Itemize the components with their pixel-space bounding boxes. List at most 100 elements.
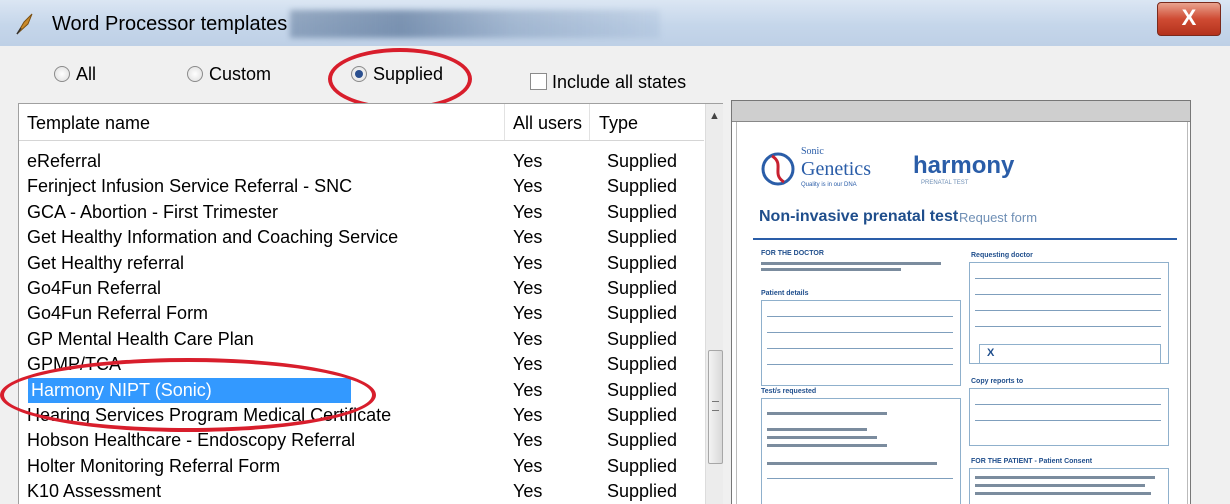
placeholder-text [767, 436, 877, 439]
preview-top-bar [732, 101, 1190, 122]
row-template-name: Harmony NIPT (Sonic) [28, 377, 351, 403]
row-all-users: Yes [513, 455, 543, 476]
field-line [975, 310, 1161, 311]
radio-selected-icon [351, 66, 367, 82]
row-type: Supplied [607, 303, 678, 324]
include-all-states-checkbox[interactable]: Include all states [530, 72, 686, 93]
row-all-users: Yes [513, 303, 543, 324]
row-template-name: GPMP/TCA [27, 354, 122, 375]
section-requesting-doctor: Requesting doctor [971, 252, 1033, 259]
row-type: Supplied [607, 227, 678, 248]
vertical-scrollbar[interactable]: ▲ [705, 104, 723, 504]
radio-custom-label: Custom [209, 64, 272, 84]
row-template-name: Get Healthy referral [27, 252, 185, 273]
signature-box [979, 344, 1161, 364]
table-row[interactable]: Hearing Services Program Medical Certifi… [19, 403, 704, 428]
dna-logo-icon [761, 152, 795, 186]
signature-mark: X [987, 347, 995, 359]
templates-window: Word Processor templates X All Custom Su… [0, 0, 1230, 504]
template-preview: Sonic Genetics Quality is in our DNA har… [731, 100, 1191, 504]
field-line [767, 348, 953, 349]
table-row[interactable]: Hobson Healthcare - Endoscopy Referral Ye… [19, 428, 704, 453]
row-template-name: GP Mental Health Care Plan [27, 328, 254, 349]
row-template-name: Ferinject Infusion Service Referral - SN… [27, 176, 353, 197]
table-row[interactable]: Ferinject Infusion Service Referral - SN… [19, 174, 704, 199]
row-all-users: Yes [513, 278, 543, 298]
row-template-name: Get Healthy Information and Coaching Ser… [27, 227, 399, 248]
quill-pen-icon [16, 13, 33, 35]
row-all-users: Yes [513, 201, 543, 222]
placeholder-text [975, 484, 1145, 487]
field-line [975, 278, 1161, 279]
column-header-all-users[interactable]: All users [505, 104, 590, 140]
checkbox-box-icon [530, 73, 547, 90]
row-template-name: GCA - Abortion - First Trimester [27, 201, 279, 222]
row-all-users: Yes [513, 405, 543, 425]
form-subtitle: Request form [959, 210, 1038, 225]
row-all-users: Yes [513, 354, 543, 375]
radio-all[interactable]: All [54, 64, 96, 86]
table-row[interactable]: Get Healthy referral Yes Supplied [19, 251, 704, 276]
placeholder-text [975, 492, 1151, 495]
copy-panel [969, 388, 1169, 446]
row-all-users: Yes [513, 252, 543, 273]
brand-big: Genetics [801, 158, 871, 180]
radio-supplied[interactable]: Supplied [351, 64, 443, 86]
row-all-users: Yes [513, 430, 543, 451]
scrollbar-thumb[interactable] [708, 350, 723, 464]
table-row[interactable]: Go4Fun Referral Yes Supplied [19, 276, 704, 301]
row-type: Supplied [607, 328, 678, 349]
table-row[interactable]: K10 Assessment Yes Supplied [19, 479, 704, 504]
close-button[interactable]: X [1157, 2, 1221, 36]
radio-circle-icon [54, 66, 70, 82]
radio-custom[interactable]: Custom [187, 64, 271, 86]
row-type: Supplied [607, 176, 678, 197]
title-rule [753, 238, 1177, 240]
table-row[interactable]: Get Healthy Information and Coaching Ser… [19, 225, 704, 250]
placeholder-text [767, 428, 867, 431]
include-all-states-label: Include all states [552, 72, 687, 92]
column-header-type[interactable]: Type [591, 104, 703, 140]
placeholder-text [767, 462, 937, 465]
row-all-users: Yes [513, 151, 543, 171]
row-template-name: Go4Fun Referral Form [27, 303, 209, 324]
section-tests-requested: Test/s requested [761, 388, 817, 395]
row-all-users: Yes [513, 227, 543, 248]
table-row[interactable]: Go4Fun Referral Form Yes Supplied [19, 301, 704, 326]
radio-supplied-label: Supplied [373, 64, 444, 84]
placeholder-text [767, 412, 887, 415]
field-line [975, 326, 1161, 327]
table-row[interactable]: GCA - Abortion - First Trimester Yes Suppl… [19, 200, 704, 225]
row-template-name: Go4Fun Referral [27, 278, 162, 298]
scroll-up-arrow-icon[interactable]: ▲ [706, 104, 723, 126]
row-template-name: K10 Assessment [27, 481, 162, 502]
field-line [767, 316, 953, 317]
list-header: Template name All users Type [19, 104, 704, 141]
placeholder-text [761, 262, 941, 265]
template-list[interactable]: Template name All users Type eReferral Ye… [18, 103, 723, 504]
table-row[interactable]: Harmony NIPT (Sonic) Yes Supplied [19, 377, 704, 403]
row-type: Supplied [607, 354, 678, 375]
section-for-the-doctor: FOR THE DOCTOR [761, 250, 824, 257]
blurred-title-area [290, 10, 660, 38]
row-type: Supplied [607, 278, 678, 298]
row-type: Supplied [607, 201, 678, 222]
field-line [975, 420, 1161, 421]
row-type: Supplied [607, 379, 678, 400]
section-copy-reports: Copy reports to [971, 378, 1024, 385]
row-template-name: eReferral [27, 151, 102, 171]
thumb-grip-icon [712, 401, 719, 411]
field-line [767, 364, 953, 365]
row-template-name: Hearing Services Program Medical Certifi… [27, 405, 392, 425]
table-row[interactable]: GP Mental Health Care Plan Yes Supplied [19, 327, 704, 352]
placeholder-text [767, 444, 887, 447]
form-title: Non-invasive prenatal test [759, 208, 959, 225]
table-row[interactable]: Holter Monitoring Referral Form Yes Suppli… [19, 454, 704, 479]
field-line [767, 478, 953, 479]
radio-all-label: All [76, 64, 97, 84]
table-row[interactable]: eReferral Yes Supplied [19, 149, 704, 174]
section-patient-consent: FOR THE PATIENT - Patient Consent [971, 458, 1093, 465]
brand-tagline: Quality is in our DNA [801, 182, 857, 188]
table-row[interactable]: GPMP/TCA Yes Supplied [19, 352, 704, 377]
column-header-template-name[interactable]: Template name [19, 104, 505, 140]
